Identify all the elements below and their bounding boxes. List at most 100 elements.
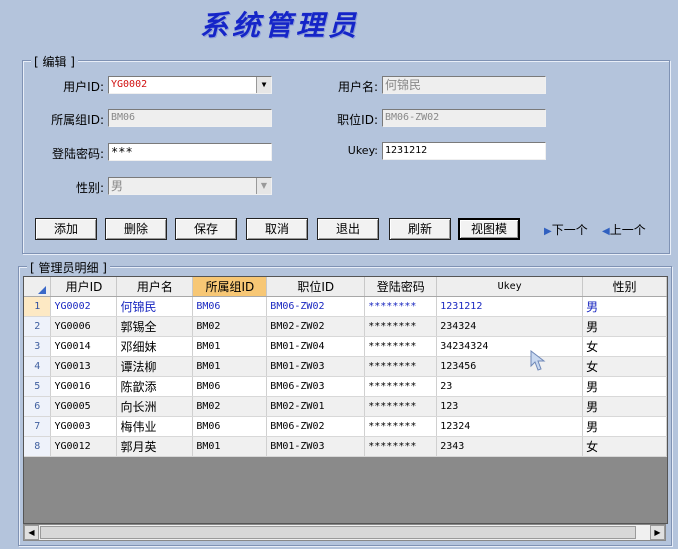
table-cell[interactable]: YG0002 [50,296,118,317]
table-cell[interactable]: YG0013 [50,356,118,377]
view-mode-button[interactable]: 视图模 [458,218,520,240]
row-number[interactable]: 3 [24,336,52,357]
table-row[interactable]: 7 YG0003 梅伟业 BM06 BM06-ZW02 ******** 12324 男 [24,416,667,437]
table-cell[interactable]: 陈歆添 [116,376,194,397]
table-cell[interactable]: YG0006 [50,316,118,337]
table-row[interactable]: 5 YG0016 陈歆添 BM06 BM06-ZW03 ******** 23 男 [24,376,667,397]
table-cell[interactable]: YG0005 [50,396,118,417]
table-cell[interactable]: ******** [364,316,438,337]
table-cell[interactable]: 邓细妹 [116,336,194,357]
ukey-field[interactable]: 1231212 [382,142,546,160]
table-cell[interactable]: BM01 [192,356,268,377]
table-cell[interactable]: 23 [436,376,584,397]
table-cell[interactable]: BM06 [192,376,268,397]
table-cell[interactable]: 谭法柳 [116,356,194,377]
horizontal-scrollbar[interactable]: ◀ ▶ [23,524,666,541]
group-id-field[interactable]: BM06 [108,109,272,127]
data-grid[interactable]: 用户ID 用户名 所属组ID 职位ID 登陆密码 Ukey 性别 1 YG0002… [23,276,668,524]
table-cell[interactable]: 男 [582,396,667,417]
table-cell[interactable]: BM01 [192,436,268,457]
table-cell[interactable]: ******** [364,416,438,437]
column-header[interactable]: 职位ID [266,277,366,297]
table-cell[interactable]: 郭月英 [116,436,194,457]
table-cell[interactable]: 女 [582,336,667,357]
scrollbar-thumb[interactable] [40,526,636,539]
column-header[interactable]: 性别 [582,277,667,297]
table-row[interactable]: 3 YG0014 邓细妹 BM01 BM01-ZW04 ******** 34234324 女 [24,336,667,357]
table-cell[interactable]: 男 [582,296,667,317]
delete-button[interactable]: 删除 [105,218,167,240]
table-cell[interactable]: BM01-ZW03 [266,436,366,457]
table-cell[interactable]: YG0012 [50,436,118,457]
table-cell[interactable]: 34234324 [436,336,584,357]
password-field[interactable]: *** [108,143,272,161]
save-button[interactable]: 保存 [175,218,237,240]
table-row[interactable]: 4 YG0013 谭法柳 BM01 BM01-ZW03 ******** 123456 女 [24,356,667,377]
table-cell[interactable]: 男 [582,376,667,397]
column-header[interactable]: 用户ID [50,277,118,297]
table-cell[interactable]: 郭锡全 [116,316,194,337]
table-cell[interactable]: BM06-ZW02 [266,296,366,317]
dropdown-arrow-icon[interactable]: ▼ [256,77,271,93]
table-cell[interactable]: ******** [364,436,438,457]
table-cell[interactable]: BM01-ZW04 [266,336,366,357]
column-header[interactable]: 用户名 [116,277,194,297]
table-cell[interactable]: BM02-ZW02 [266,316,366,337]
table-cell[interactable]: BM02 [192,316,268,337]
table-cell[interactable]: 女 [582,356,667,377]
row-number[interactable]: 5 [24,376,52,397]
add-button[interactable]: 添加 [35,218,97,240]
dropdown-arrow-icon[interactable]: ▼ [256,178,271,194]
table-cell[interactable]: 梅伟业 [116,416,194,437]
user-id-combobox[interactable]: YG0002 ▼ [108,76,272,94]
scroll-right-icon[interactable]: ▶ [650,525,665,540]
table-cell[interactable]: BM01 [192,336,268,357]
table-cell[interactable]: 123456 [436,356,584,377]
table-cell[interactable]: BM02-ZW01 [266,396,366,417]
row-number[interactable]: 4 [24,356,52,377]
table-cell[interactable]: YG0014 [50,336,118,357]
column-header[interactable]: 所属组ID [192,277,268,297]
gender-combobox[interactable]: 男 ▼ [108,177,272,195]
table-cell[interactable]: BM06-ZW02 [266,416,366,437]
position-id-field[interactable]: BM06-ZW02 [382,109,546,127]
table-cell[interactable]: BM01-ZW03 [266,356,366,377]
row-number[interactable]: 2 [24,316,52,337]
prev-link[interactable]: ◀上一个 [602,221,646,238]
table-cell[interactable]: ******** [364,296,438,317]
table-cell[interactable]: 123 [436,396,584,417]
row-number[interactable]: 8 [24,436,52,457]
table-cell[interactable]: 向长洲 [116,396,194,417]
table-cell[interactable]: YG0003 [50,416,118,437]
table-cell[interactable]: BM02 [192,396,268,417]
next-link[interactable]: ▶下一个 [544,221,588,238]
table-cell[interactable]: 2343 [436,436,584,457]
table-cell[interactable]: 何锦民 [116,296,194,317]
table-cell[interactable]: ******** [364,356,438,377]
column-header[interactable]: Ukey [436,277,584,297]
table-cell[interactable]: ******** [364,396,438,417]
table-cell[interactable]: ******** [364,376,438,397]
table-row[interactable]: 1 YG0002 何锦民 BM06 BM06-ZW02 ******** 1231212 男 [24,296,667,317]
table-row[interactable]: 8 YG0012 郭月英 BM01 BM01-ZW03 ******** 2343 女 [24,436,667,457]
table-cell[interactable]: 男 [582,416,667,437]
table-cell[interactable]: BM06 [192,296,268,317]
user-name-field[interactable]: 何锦民 [382,76,546,94]
table-cell[interactable]: 女 [582,436,667,457]
select-all-corner[interactable] [24,277,52,297]
table-row[interactable]: 2 YG0006 郭锡全 BM02 BM02-ZW02 ******** 234324 男 [24,316,667,337]
exit-button[interactable]: 退出 [317,218,379,240]
table-cell[interactable]: BM06 [192,416,268,437]
scroll-left-icon[interactable]: ◀ [24,525,39,540]
row-number[interactable]: 6 [24,396,52,417]
row-number[interactable]: 1 [24,296,52,317]
table-cell[interactable]: BM06-ZW03 [266,376,366,397]
table-cell[interactable]: 1231212 [436,296,584,317]
column-header[interactable]: 登陆密码 [364,277,438,297]
table-row[interactable]: 6 YG0005 向长洲 BM02 BM02-ZW01 ******** 123 男 [24,396,667,417]
table-cell[interactable]: 12324 [436,416,584,437]
table-cell[interactable]: ******** [364,336,438,357]
refresh-button[interactable]: 刷新 [389,218,451,240]
row-number[interactable]: 7 [24,416,52,437]
table-cell[interactable]: YG0016 [50,376,118,397]
